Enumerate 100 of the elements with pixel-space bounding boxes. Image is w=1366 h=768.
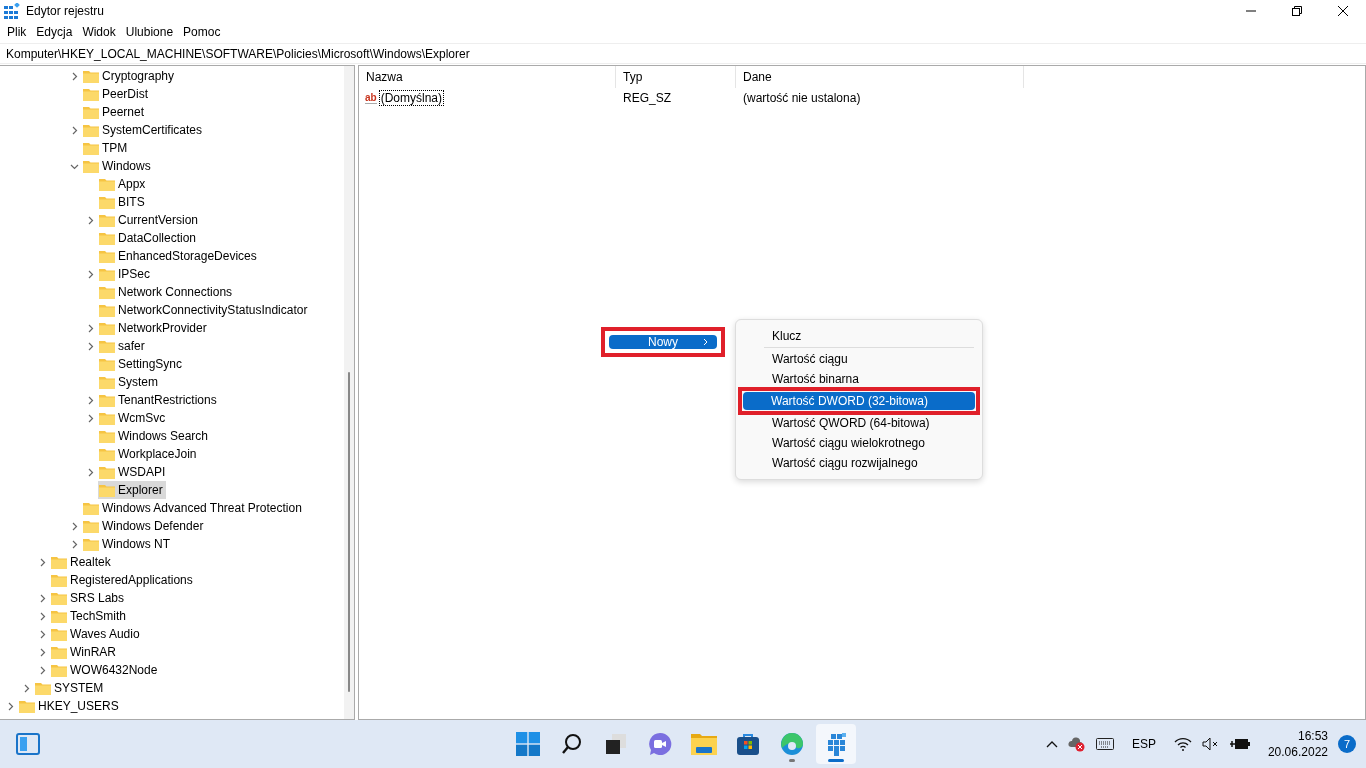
app-icon bbox=[4, 3, 20, 19]
folder-icon bbox=[51, 555, 67, 569]
menu-item[interactable]: Wartość QWORD (64-bitowa) bbox=[744, 414, 974, 432]
tree-item[interactable]: Network Connections bbox=[98, 283, 236, 301]
menu-item[interactable]: Klucz bbox=[744, 327, 974, 345]
folder-icon bbox=[99, 267, 115, 281]
battery-charging-icon[interactable] bbox=[1229, 737, 1250, 751]
folder-icon bbox=[83, 501, 99, 515]
tree-item[interactable]: Windows Search bbox=[98, 427, 212, 445]
window-title: Edytor rejestru bbox=[26, 4, 106, 18]
folder-icon bbox=[99, 465, 115, 479]
keyboard-icon[interactable] bbox=[1095, 738, 1114, 750]
cloud-error-icon[interactable] bbox=[1067, 736, 1086, 752]
column-header[interactable]: Typ bbox=[616, 66, 736, 88]
tree-item[interactable]: WSDAPI bbox=[98, 463, 169, 481]
tree-item[interactable]: safer bbox=[98, 337, 148, 355]
folder-icon bbox=[99, 375, 115, 389]
language-indicator[interactable]: ESP bbox=[1131, 737, 1156, 751]
wifi-icon[interactable] bbox=[1173, 737, 1192, 751]
tree-item[interactable]: Realtek bbox=[50, 553, 114, 571]
folder-icon bbox=[51, 663, 67, 677]
widgets-icon[interactable] bbox=[16, 733, 40, 755]
tree-item[interactable]: BITS bbox=[98, 193, 148, 211]
tree-item[interactable]: WinRAR bbox=[50, 643, 119, 661]
scrollbar[interactable] bbox=[344, 66, 354, 719]
tree-item[interactable]: Cryptography bbox=[82, 67, 178, 85]
address-field[interactable]: Komputer\HKEY_LOCAL_MACHINE\SOFTWARE\Policies\Microsoft\Windows\Explorer bbox=[0, 43, 1366, 64]
table-cell: (wartość nie ustalona) bbox=[743, 91, 861, 105]
menu-item[interactable]: Plik bbox=[2, 25, 32, 39]
menu-item[interactable]: Wartość ciągu rozwijalnego bbox=[744, 454, 974, 472]
folder-icon bbox=[99, 213, 115, 227]
folder-icon bbox=[99, 429, 115, 443]
tree-item[interactable]: NetworkConnectivityStatusIndicator bbox=[98, 301, 311, 319]
menu-item[interactable]: Widok bbox=[77, 25, 121, 39]
tree-item[interactable]: WcmSvc bbox=[98, 409, 169, 427]
folder-icon bbox=[51, 573, 67, 587]
tree-item[interactable]: WorkplaceJoin bbox=[98, 445, 200, 463]
tree-item[interactable]: SystemCertificates bbox=[82, 121, 206, 139]
menu-item[interactable]: Pomoc bbox=[178, 25, 226, 39]
folder-icon bbox=[99, 177, 115, 191]
windows-logo-icon bbox=[516, 732, 540, 756]
tree-item[interactable]: WOW6432Node bbox=[50, 661, 161, 679]
column-header[interactable]: Nazwa bbox=[359, 66, 616, 88]
search-icon bbox=[561, 733, 583, 755]
folder-icon bbox=[83, 69, 99, 83]
folder-icon bbox=[51, 609, 67, 623]
folder-icon bbox=[99, 447, 115, 461]
tree-item[interactable]: PeerDist bbox=[82, 85, 151, 103]
tree-item[interactable]: Windows NT bbox=[82, 535, 173, 553]
chevron-up-icon[interactable] bbox=[1045, 740, 1058, 748]
clock[interactable]: 16:53 20.06.2022 bbox=[1267, 728, 1328, 760]
tree-item[interactable]: TPM bbox=[82, 139, 131, 157]
tree-item[interactable]: Windows Advanced Threat Protection bbox=[82, 499, 305, 517]
tree-item[interactable]: TenantRestrictions bbox=[98, 391, 220, 409]
tree-item[interactable]: Appx bbox=[98, 175, 149, 193]
folder-icon bbox=[51, 627, 67, 641]
tree-item[interactable]: TechSmith bbox=[50, 607, 130, 625]
tree-item[interactable]: RegisteredApplications bbox=[50, 571, 196, 589]
tree-item[interactable]: Waves Audio bbox=[50, 625, 143, 643]
chevron-right-icon bbox=[703, 338, 709, 346]
tree-item[interactable]: DataCollection bbox=[98, 229, 200, 247]
task-view-icon bbox=[605, 733, 627, 755]
close-icon bbox=[1338, 6, 1348, 16]
menu-item[interactable]: Edycja bbox=[31, 25, 78, 39]
menu-item[interactable]: Wartość ciągu wielokrotnego bbox=[744, 434, 974, 452]
folder-icon bbox=[99, 231, 115, 245]
menu-item[interactable]: Wartość ciągu bbox=[744, 350, 974, 368]
folder-icon bbox=[83, 537, 99, 551]
tree-item[interactable]: CurrentVersion bbox=[98, 211, 202, 229]
tree-item[interactable]: Explorer bbox=[98, 481, 166, 499]
menu-item[interactable]: Nowy bbox=[609, 335, 717, 349]
table-cell[interactable]: (Domyślna) bbox=[378, 90, 444, 106]
date-text: 20.06.2022 bbox=[1267, 744, 1328, 760]
folder-icon bbox=[99, 393, 115, 407]
folder-icon bbox=[83, 159, 99, 173]
tree-item[interactable]: IPSec bbox=[98, 265, 153, 283]
speaker-muted-icon[interactable] bbox=[1201, 737, 1220, 751]
tree-item[interactable]: EnhancedStorageDevices bbox=[98, 247, 260, 265]
tree-item[interactable]: SettingSync bbox=[98, 355, 186, 373]
tree-item[interactable]: NetworkProvider bbox=[98, 319, 210, 337]
menu-item[interactable]: Wartość DWORD (32-bitowa) bbox=[743, 392, 975, 410]
restore-icon bbox=[1292, 6, 1302, 16]
folder-icon bbox=[99, 411, 115, 425]
tree-item[interactable]: SYSTEM bbox=[34, 679, 107, 697]
time-text: 16:53 bbox=[1297, 728, 1328, 744]
tree-item[interactable]: SRS Labs bbox=[50, 589, 128, 607]
folder-icon bbox=[83, 105, 99, 119]
tree-item[interactable]: System bbox=[98, 373, 161, 391]
folder-icon bbox=[99, 285, 115, 299]
tree-item[interactable]: Peernet bbox=[82, 103, 148, 121]
tree-item[interactable]: Windows Defender bbox=[82, 517, 207, 535]
column-header[interactable]: Dane bbox=[736, 66, 1024, 88]
notification-badge[interactable]: 7 bbox=[1338, 735, 1356, 753]
tree-item[interactable]: HKEY_USERS bbox=[18, 697, 122, 715]
menu-item[interactable]: Wartość binarna bbox=[744, 370, 974, 388]
folder-icon bbox=[99, 249, 115, 263]
folder-icon bbox=[691, 733, 717, 755]
menu-item[interactable]: Ulubione bbox=[120, 25, 179, 39]
folder-icon bbox=[83, 519, 99, 533]
tree-item[interactable]: Windows bbox=[82, 157, 154, 175]
